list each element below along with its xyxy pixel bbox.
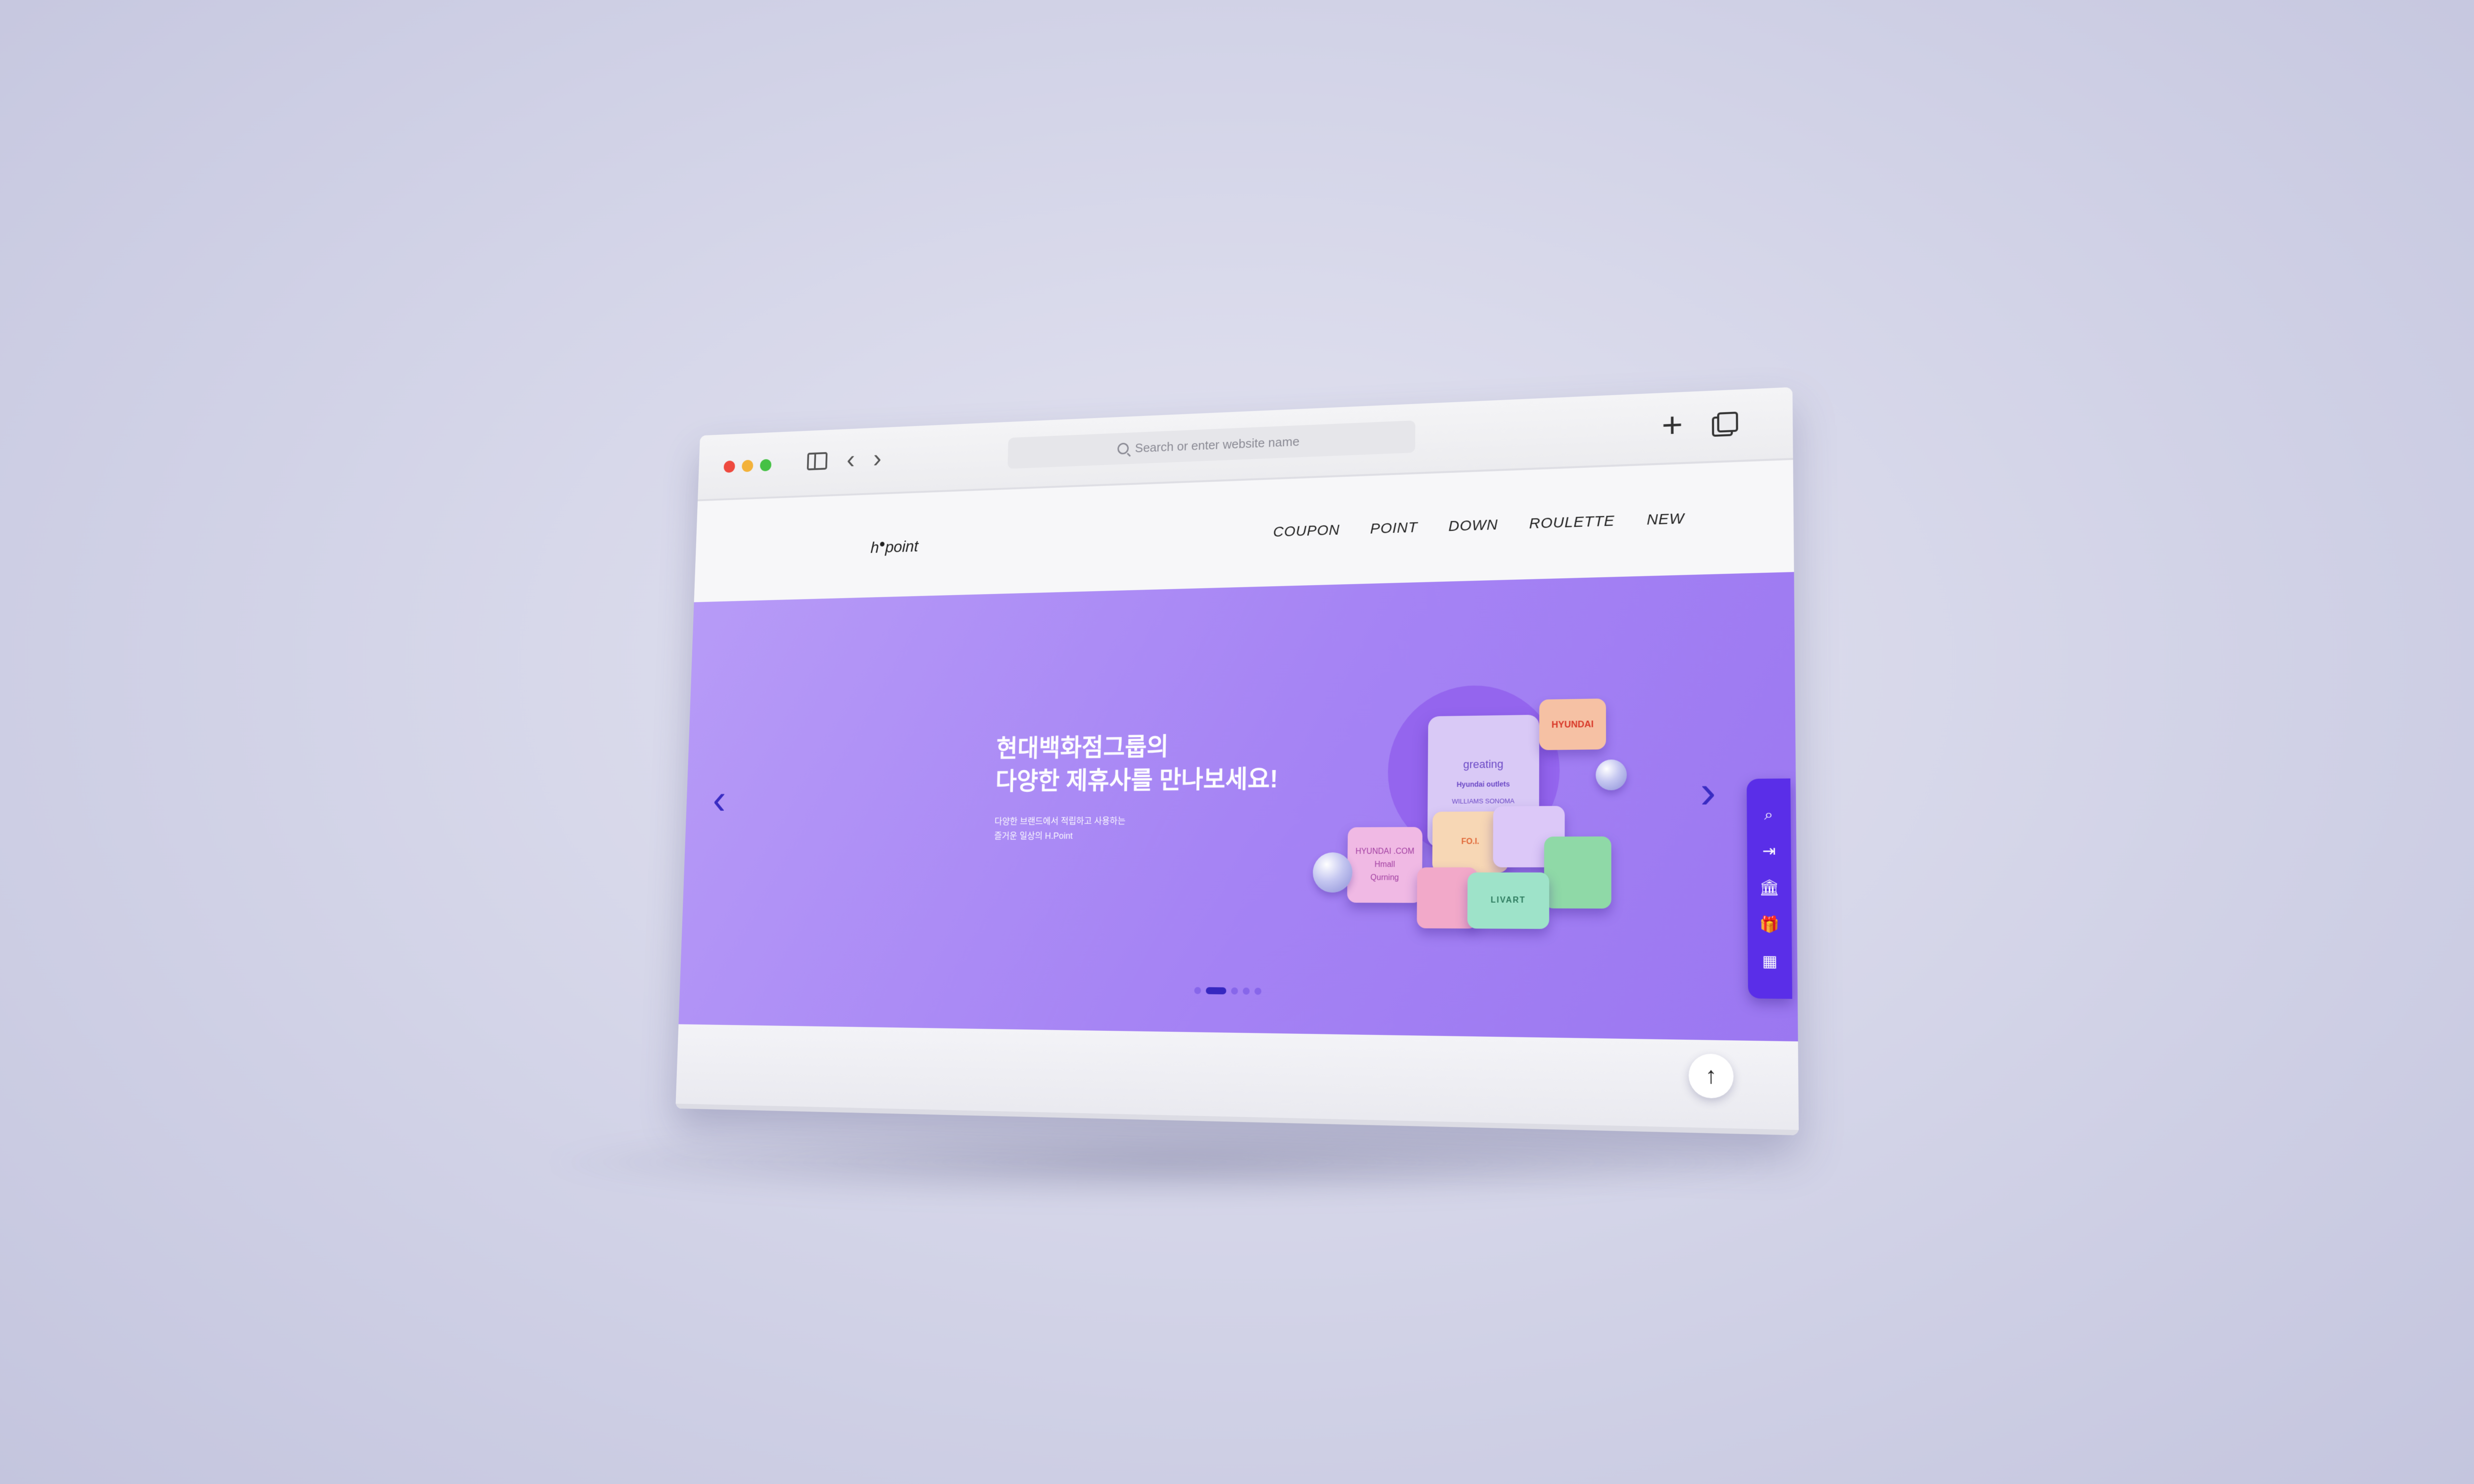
minimize-window-button[interactable] — [742, 460, 754, 472]
quick-menu-bar: ⌕ ⇥ 🏛 🎁 ▦ — [1747, 779, 1792, 999]
hero-title-line1: 현대백화점그룹의 — [996, 729, 1279, 765]
decor-orb-left — [1313, 852, 1353, 892]
forward-arrow-icon[interactable]: › — [873, 445, 882, 471]
puzzle-piece-pink: HYUNDAI .COM Hmall Qurning — [1347, 827, 1423, 903]
menu-item-coupon[interactable]: COUPON — [1273, 522, 1340, 541]
login-icon[interactable]: ⇥ — [1758, 841, 1780, 862]
hero-title-line2: 다양한 제휴사를 만나보세요! — [995, 762, 1278, 798]
pagination-dot[interactable] — [1231, 987, 1238, 994]
back-arrow-icon[interactable]: ‹ — [846, 446, 855, 472]
sidebar-toggle-icon[interactable] — [807, 452, 828, 470]
scroll-to-top-button[interactable]: ↑ — [1689, 1054, 1734, 1099]
menu-item-down[interactable]: DOWN — [1448, 516, 1498, 535]
puzzle-piece-mint: LIVART — [1467, 873, 1549, 929]
partner-puzzle-illustration: greating Hyundai outlets WILLIAMS SONOMA… — [1302, 683, 1617, 940]
site-logo[interactable]: h point — [870, 537, 918, 557]
pagination-dot[interactable] — [1194, 987, 1201, 994]
slide-pagination — [1194, 987, 1262, 995]
bank-icon[interactable]: 🏛 — [1759, 878, 1780, 898]
hero-subtitle: 다양한 브랜드에서 적립하고 사용하는 즐거운 일상의 H.Point — [994, 814, 1126, 843]
slide-next-icon[interactable]: › — [1700, 769, 1716, 815]
search-icon[interactable]: ⌕ — [1758, 804, 1780, 825]
menu-item-new[interactable]: NEW — [1647, 510, 1685, 529]
search-icon — [1117, 443, 1129, 455]
hero-subtitle-line1: 다양한 브랜드에서 적립하고 사용하는 — [995, 814, 1126, 829]
close-window-button[interactable] — [723, 461, 735, 473]
address-bar[interactable]: Search or enter website name — [1007, 420, 1415, 469]
slide-prev-icon[interactable]: ‹ — [712, 778, 726, 821]
brand-williams-sonoma: WILLIAMS SONOMA — [1452, 797, 1515, 805]
address-placeholder: Search or enter website name — [1135, 434, 1300, 456]
pagination-dot-active[interactable] — [1206, 987, 1226, 995]
menu-item-roulette[interactable]: ROULETTE — [1529, 512, 1615, 532]
decor-orb-right — [1596, 759, 1627, 790]
hyundai-speech-bubble: HYUNDAI — [1539, 698, 1606, 750]
logo-dot — [880, 542, 884, 547]
tab-overview-icon[interactable] — [1712, 412, 1735, 435]
new-tab-icon[interactable]: + — [1662, 407, 1683, 443]
brand-hmall: Hmall — [1375, 860, 1395, 869]
device-shadow — [534, 1123, 1791, 1202]
pagination-dot[interactable] — [1254, 988, 1261, 995]
building-icon[interactable]: ▦ — [1759, 951, 1781, 973]
brand-qurning: Qurning — [1371, 874, 1399, 882]
gift-icon[interactable]: 🎁 — [1759, 914, 1780, 935]
brand-hyundai-outlets: Hyundai outlets — [1457, 780, 1510, 788]
brand-greating: greating — [1463, 757, 1503, 771]
menu-item-point[interactable]: POINT — [1370, 519, 1418, 538]
maximize-window-button[interactable] — [760, 459, 772, 471]
browser-window: ‹ › Search or enter website name + h poin… — [675, 387, 1799, 1136]
hero-banner: ‹ › 현대백화점그룹의 다양한 제휴사를 만나보세요! 다양한 브랜드에서 적… — [678, 572, 1798, 1041]
mockup-stage: ‹ › Search or enter website name + h poin… — [0, 0, 2474, 1484]
puzzle-piece-green — [1544, 836, 1612, 909]
main-menu: COUPON POINT DOWN ROULETTE NEW — [1273, 510, 1685, 541]
hero-subtitle-line2: 즐거운 일상의 H.Point — [994, 828, 1125, 843]
pagination-dot[interactable] — [1243, 987, 1250, 994]
brand-hyundai-com: HYUNDAI .COM — [1355, 847, 1414, 857]
hero-title: 현대백화점그룹의 다양한 제휴사를 만나보세요! — [995, 729, 1279, 798]
